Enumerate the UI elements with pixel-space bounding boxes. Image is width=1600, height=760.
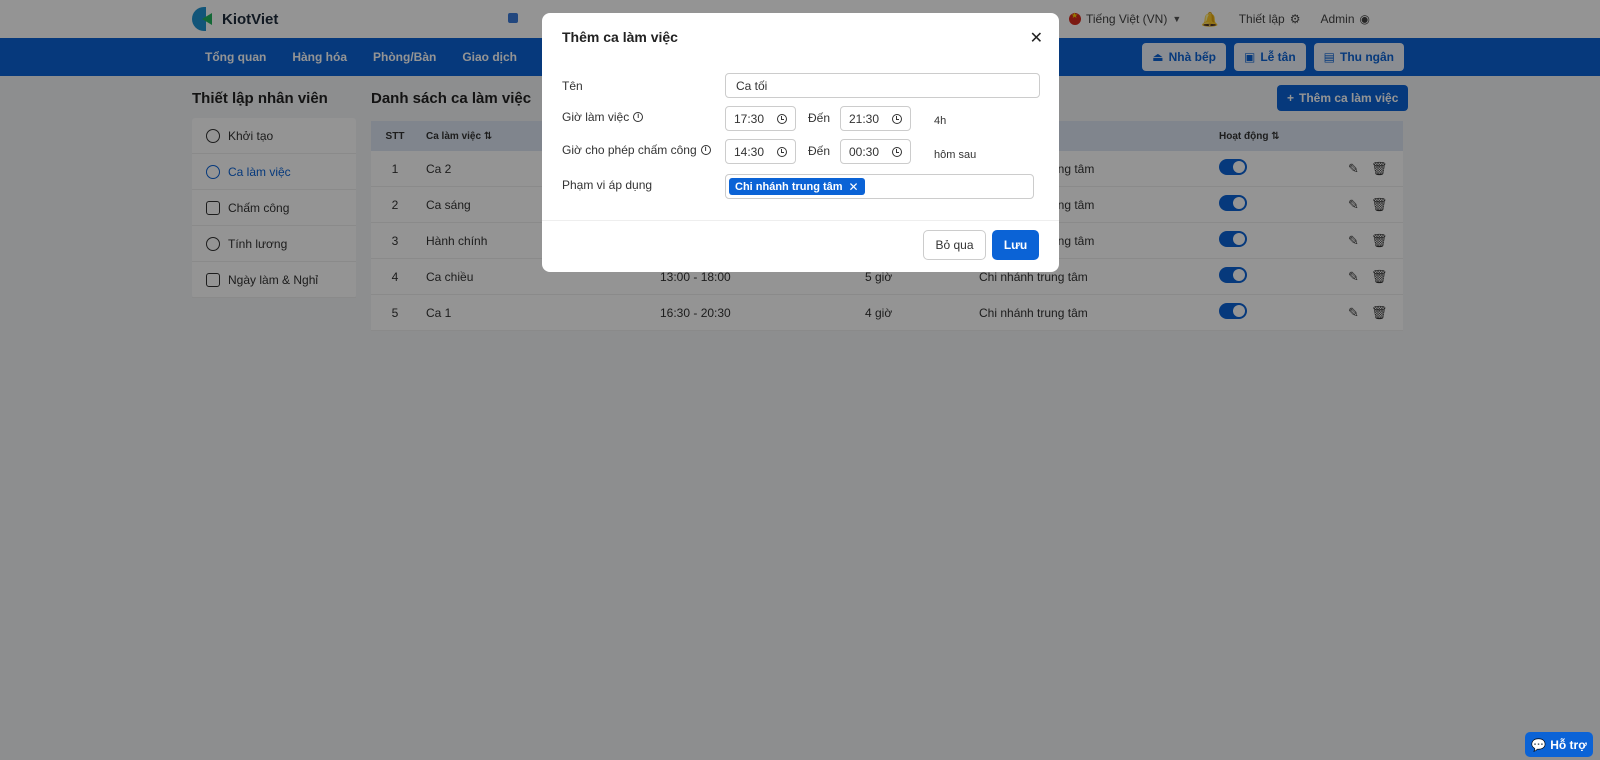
work-hours-label-text: Giờ làm việc xyxy=(562,110,630,124)
scope-chip-label: Chi nhánh trung tâm xyxy=(735,180,843,193)
work-to-label: Đến xyxy=(808,111,831,125)
close-icon[interactable]: ✕ xyxy=(1030,28,1043,48)
scope-label: Phạm vi áp dụng xyxy=(562,178,652,192)
scope-select[interactable]: Chi nhánh trung tâm ✕ xyxy=(725,174,1034,199)
modal-title: Thêm ca làm việc xyxy=(562,29,678,45)
chat-icon: 💬 xyxy=(1531,737,1547,752)
checkin-label: Giờ cho phép chấm công i xyxy=(562,143,711,157)
help-button[interactable]: 💬 Hỗ trợ xyxy=(1525,732,1593,757)
save-button[interactable]: Lưu xyxy=(992,230,1039,260)
work-end-value: 21:30 xyxy=(849,111,880,126)
work-start-input[interactable]: 17:30 xyxy=(725,106,796,131)
work-start-value: 17:30 xyxy=(734,111,765,126)
clock-icon xyxy=(892,146,902,157)
add-shift-modal: Thêm ca làm việc ✕ Tên Ca tối Giờ làm vi… xyxy=(542,13,1059,272)
scope-chip: Chi nhánh trung tâm ✕ xyxy=(729,178,865,195)
clock-icon xyxy=(777,146,787,157)
checkin-label-text: Giờ cho phép chấm công xyxy=(562,143,697,157)
checkin-to-label: Đến xyxy=(808,144,831,158)
checkin-start-value: 14:30 xyxy=(734,144,765,159)
shift-name-input[interactable]: Ca tối xyxy=(725,73,1040,98)
checkin-end-input[interactable]: 00:30 xyxy=(840,139,911,164)
info-icon[interactable]: i xyxy=(633,112,644,122)
remove-chip-icon[interactable]: ✕ xyxy=(849,180,859,194)
skip-button[interactable]: Bỏ qua xyxy=(923,230,986,260)
clock-icon xyxy=(892,113,902,124)
clock-icon xyxy=(777,113,787,124)
work-duration: 4h xyxy=(934,115,947,127)
work-end-input[interactable]: 21:30 xyxy=(840,106,911,131)
work-hours-label: Giờ làm việc i xyxy=(562,110,644,124)
checkin-start-input[interactable]: 14:30 xyxy=(725,139,796,164)
modal-divider xyxy=(542,220,1059,221)
info-icon[interactable]: i xyxy=(700,145,711,155)
shift-name-value: Ca tối xyxy=(736,78,768,93)
name-label-text: Tên xyxy=(562,79,583,93)
help-label: Hỗ trợ xyxy=(1550,737,1587,752)
checkin-end-value: 00:30 xyxy=(849,144,880,159)
checkin-note: hôm sau xyxy=(934,149,977,161)
name-label: Tên xyxy=(562,79,583,93)
scope-label-text: Phạm vi áp dụng xyxy=(562,178,653,192)
